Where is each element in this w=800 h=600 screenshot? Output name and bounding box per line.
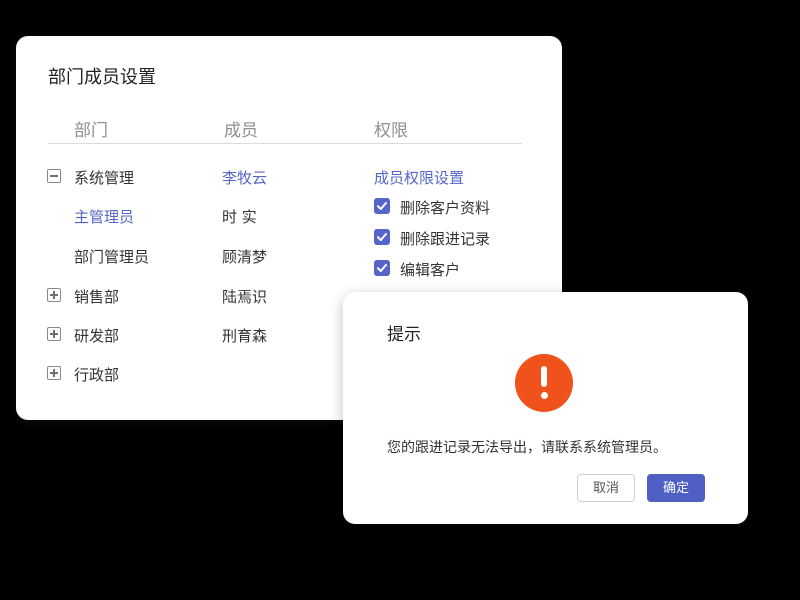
column-header-permission: 权限 (374, 121, 408, 141)
header-divider (48, 143, 522, 144)
dialog-message: 您的跟进记录无法导出，请联系系统管理员。 (387, 440, 667, 456)
alert-dialog: 提示 您的跟进记录无法导出，请联系系统管理员。 取消 确定 (343, 292, 748, 524)
member-item[interactable]: 刑育森 (222, 325, 267, 346)
tree-item-super-admin[interactable]: 主管理员 (74, 206, 134, 227)
member-item[interactable]: 顾清梦 (222, 246, 267, 267)
tree-item-rnd[interactable]: 研发部 (74, 325, 119, 346)
member-item[interactable]: 时 实 (222, 206, 257, 227)
tree-item-sales[interactable]: 销售部 (74, 286, 119, 307)
warning-icon (515, 354, 573, 412)
collapse-icon[interactable] (47, 169, 61, 183)
column-header-department: 部门 (74, 121, 108, 141)
screen: 部门成员设置 部门 成员 权限 系统管理 主管理员 部门管理员 销售部 研发部 (0, 0, 800, 600)
confirm-button[interactable]: 确定 (647, 474, 705, 502)
expand-icon[interactable] (47, 327, 61, 341)
cancel-button[interactable]: 取消 (577, 474, 635, 502)
checkbox-checked-icon[interactable] (374, 229, 390, 245)
expand-icon[interactable] (47, 366, 61, 380)
column-header-member: 成员 (224, 121, 258, 141)
tree-item-dept-admin[interactable]: 部门管理员 (74, 246, 149, 267)
permission-label: 编辑客户 (400, 261, 461, 279)
member-item[interactable]: 陆焉识 (222, 286, 267, 307)
tree-item-system-management[interactable]: 系统管理 (74, 167, 134, 188)
member-item[interactable]: 李牧云 (222, 167, 267, 188)
permission-label: 删除客户资料 (400, 199, 491, 217)
dialog-title: 提示 (387, 325, 421, 345)
permission-settings-link[interactable]: 成员权限设置 (374, 167, 464, 188)
card-title: 部门成员设置 (48, 67, 156, 88)
expand-icon[interactable] (47, 288, 61, 302)
tree-item-admin-office[interactable]: 行政部 (74, 364, 119, 385)
checkbox-checked-icon[interactable] (374, 198, 390, 214)
permission-label: 删除跟进记录 (400, 230, 491, 248)
checkbox-checked-icon[interactable] (374, 260, 390, 276)
